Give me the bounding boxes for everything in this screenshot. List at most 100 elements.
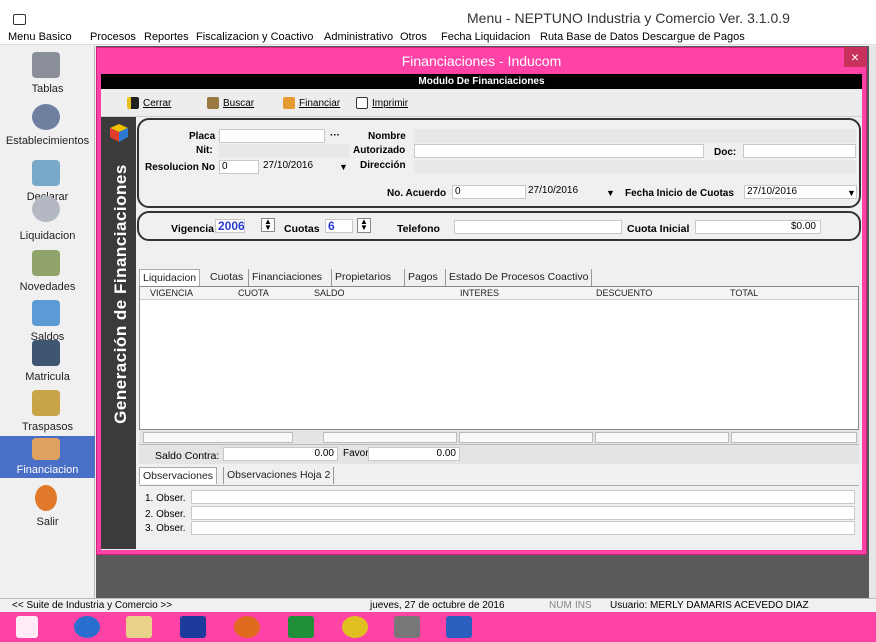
resolucion-input[interactable]: 0: [219, 160, 259, 174]
direccion-label: Dirección: [360, 160, 406, 171]
telefono-input[interactable]: [454, 220, 622, 234]
windows-start-icon[interactable]: [16, 616, 38, 638]
edge-icon[interactable]: [74, 616, 100, 638]
saldo-row: Saldo Contra: 0.00 Favor 0.00: [139, 444, 859, 464]
obs1-input[interactable]: [191, 490, 855, 504]
gear-icon: [32, 196, 60, 222]
vigencia-input[interactable]: 2006: [215, 219, 245, 233]
favor-input[interactable]: 0.00: [368, 447, 460, 461]
cuotas-input[interactable]: 6: [325, 219, 353, 233]
menu-administrativo[interactable]: Administrativo: [324, 31, 393, 43]
file-explorer-icon[interactable]: [126, 616, 152, 638]
nombre-field: [414, 129, 856, 143]
grid-header: VIGENCIA CUOTA SALDO INTERES DESCUENTO T…: [140, 287, 858, 300]
sidebar-item-tablas[interactable]: Tablas: [0, 48, 95, 106]
tab-cuotas[interactable]: Cuotas: [207, 269, 246, 286]
placa-lookup-button[interactable]: ···: [330, 130, 340, 141]
cerrar-button[interactable]: Cerrar: [127, 94, 171, 112]
menu-reportes[interactable]: Reportes: [144, 31, 189, 43]
tab-financiaciones[interactable]: Financiaciones: [248, 269, 325, 286]
sidebar-item-traspasos[interactable]: Traspasos: [0, 386, 95, 442]
menu-procesos[interactable]: Procesos: [90, 31, 136, 43]
acuerdo-label: No. Acuerdo: [387, 188, 447, 199]
store-icon[interactable]: [288, 616, 314, 638]
col-total[interactable]: TOTAL: [730, 288, 758, 298]
observaciones-panel: 1. Obser. 2. Obser. 3. Obser.: [139, 485, 859, 535]
gears-icon: [32, 104, 60, 130]
printer-icon: [356, 97, 368, 109]
scrollbar[interactable]: [869, 46, 876, 598]
liquidacion-grid[interactable]: VIGENCIA CUOTA SALDO INTERES DESCUENTO T…: [139, 286, 859, 430]
neptuno-app-icon[interactable]: [394, 616, 420, 638]
obs1-label: 1. Obser.: [145, 493, 186, 504]
menu-fiscalizacion[interactable]: Fiscalizacion y Coactivo: [196, 31, 313, 43]
notebook-icon: [32, 340, 60, 366]
chevron-down-icon[interactable]: ▼: [339, 162, 348, 172]
col-saldo[interactable]: SALDO: [314, 288, 345, 298]
sidebar-item-financiacion[interactable]: Financiacion: [0, 436, 95, 478]
dialog-body: Modulo De Financiaciones Cerrar Buscar F…: [101, 74, 862, 550]
status-bar: << Suite de Industria y Comercio >> juev…: [0, 598, 876, 612]
chrome-icon[interactable]: [342, 616, 368, 638]
drawer-icon: [32, 250, 60, 276]
cuotas-spinner[interactable]: ▲ ▼: [357, 218, 371, 233]
col-vigencia[interactable]: VIGENCIA: [150, 288, 193, 298]
vertical-title-band: Generación de Financiaciones: [101, 117, 136, 549]
tab-pagos[interactable]: Pagos: [404, 269, 441, 286]
tab-estado-procesos[interactable]: Estado De Procesos Coactivo: [445, 269, 593, 286]
obs3-label: 3. Obser.: [145, 523, 186, 534]
word-icon[interactable]: [446, 616, 472, 638]
cuota-inicial-input[interactable]: $0.00: [695, 220, 821, 234]
menu-fecha-liquidacion[interactable]: Fecha Liquidacion: [441, 31, 530, 43]
tab-propietarios[interactable]: Propietarios: [331, 269, 394, 286]
placa-input[interactable]: [219, 129, 325, 143]
financiar-button[interactable]: Financiar: [283, 94, 340, 112]
cube-icon: [109, 123, 129, 143]
door-icon: [127, 97, 139, 109]
obs2-input[interactable]: [191, 506, 855, 520]
sidebar-item-salir[interactable]: Salir: [0, 481, 95, 539]
doc-input[interactable]: [743, 144, 856, 158]
col-descuento[interactable]: DESCUENTO: [596, 288, 652, 298]
tab-liquidacion[interactable]: Liquidacion: [139, 269, 201, 286]
fecha-inicio-input[interactable]: 27/10/2016: [744, 185, 857, 199]
chevron-down-icon[interactable]: ▼: [847, 188, 856, 198]
acuerdo-input[interactable]: 0: [452, 185, 526, 199]
tab-observaciones[interactable]: Observaciones: [139, 467, 218, 484]
sidebar-item-establecimientos[interactable]: Establecimientos: [0, 100, 95, 158]
menu-descargue-pagos[interactable]: Descargue de Pagos: [642, 31, 745, 43]
buscar-button[interactable]: Buscar: [207, 94, 254, 112]
nit-field: [219, 144, 349, 158]
sidebar: Tablas Establecimientos Declarar Liquida…: [0, 46, 95, 598]
status-suite: << Suite de Industria y Comercio >>: [12, 600, 173, 611]
lenovo-icon[interactable]: [180, 616, 206, 638]
firefox-icon[interactable]: [234, 616, 260, 638]
acuerdo-date[interactable]: 27/10/2016: [526, 185, 616, 199]
sidebar-item-liquidacion[interactable]: Liquidacion: [0, 190, 95, 246]
module-header: Modulo De Financiaciones: [101, 74, 862, 89]
menu-menu-basico[interactable]: Menu Basico: [8, 31, 72, 43]
fecha-inicio-label: Fecha Inicio de Cuotas: [625, 188, 734, 199]
detail-tabs: Liquidacion Cuotas Financiaciones Propie…: [139, 269, 699, 286]
tab-observaciones-hoja-2[interactable]: Observaciones Hoja 2: [223, 467, 335, 484]
autorizado-input[interactable]: [414, 144, 704, 158]
menu-ruta-base-datos[interactable]: Ruta Base de Datos: [540, 31, 638, 43]
nombre-label: Nombre: [368, 131, 406, 142]
menu-otros[interactable]: Otros: [400, 31, 427, 43]
vigencia-spinner[interactable]: ▲ ▼: [261, 218, 275, 232]
imprimir-button[interactable]: Imprimir: [356, 94, 408, 112]
obs3-input[interactable]: [191, 521, 855, 535]
doc-label: Doc:: [714, 147, 737, 158]
placa-label: Placa: [189, 131, 216, 142]
chevron-down-icon[interactable]: ▼: [606, 188, 615, 198]
window-title: Menu - NEPTUNO Industria y Comercio Ver.…: [467, 10, 790, 26]
col-cuota[interactable]: CUOTA: [238, 288, 269, 298]
saldo-contra-input[interactable]: 0.00: [223, 447, 338, 461]
app-icon: [13, 14, 26, 25]
folder-icon: [32, 160, 60, 186]
total-cell: [459, 432, 593, 443]
close-button[interactable]: ×: [844, 47, 866, 67]
nit-label: Nit:: [196, 145, 213, 156]
search-icon: [207, 97, 219, 109]
col-interes[interactable]: INTERES: [460, 288, 499, 298]
